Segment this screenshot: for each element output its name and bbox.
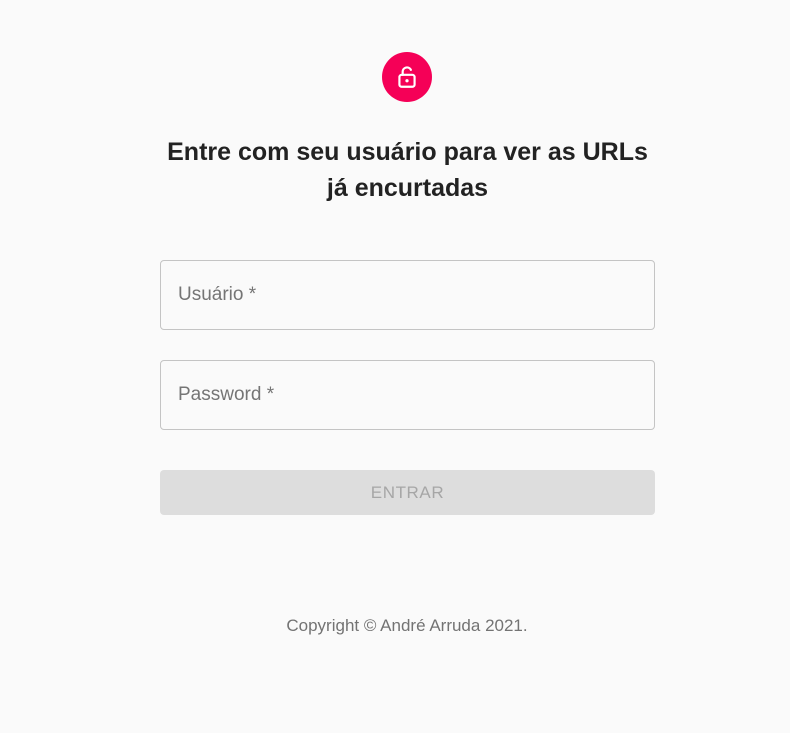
page-title: Entre com seu usuário para ver as URLs j…: [167, 138, 648, 202]
username-input[interactable]: [161, 261, 654, 329]
login-page: Entre com seu usuário para ver as URLs j…: [0, 0, 790, 733]
username-field[interactable]: Usuário *: [160, 260, 655, 330]
lock-avatar: [382, 52, 432, 102]
copyright-text: Copyright © André Arruda 2021.: [286, 616, 528, 635]
password-input[interactable]: [161, 361, 654, 429]
password-field[interactable]: Password *: [160, 360, 655, 430]
lock-icon: [394, 64, 420, 90]
login-button[interactable]: ENTRAR: [160, 470, 655, 515]
